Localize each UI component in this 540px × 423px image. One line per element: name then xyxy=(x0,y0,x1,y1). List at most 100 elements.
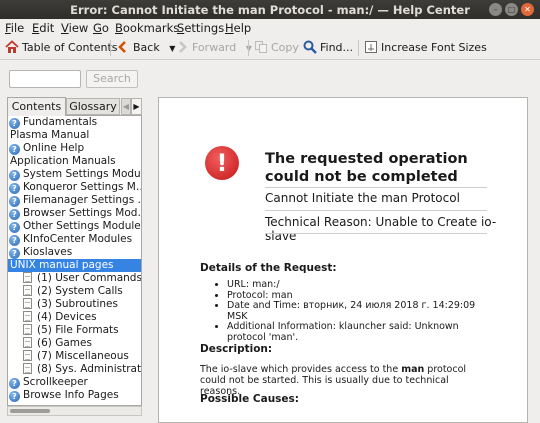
sidebar-item-label: (4) Devices xyxy=(37,311,97,323)
sidebar-item[interactable]: (3) Subroutines xyxy=(8,298,141,311)
tab-contents[interactable]: Contents xyxy=(7,97,66,116)
menu-settings[interactable]: Settings xyxy=(177,21,224,35)
sidebar-item[interactable]: (8) Sys. Administrati… xyxy=(8,363,141,376)
sidebar-item-label: (8) Sys. Administrati… xyxy=(37,363,141,375)
sidebar-item[interactable]: ? Browse Info Pages xyxy=(8,389,141,402)
detail-datetime: Date and Time: вторник, 24 июля 2018 г. … xyxy=(227,300,477,322)
find-button[interactable]: Find... xyxy=(303,40,353,56)
menu-bookmarks[interactable]: Bookmarks xyxy=(115,21,179,35)
search-input[interactable] xyxy=(9,70,81,88)
sidebar-item[interactable]: Plasma Manual xyxy=(8,129,141,142)
menu-bar: File Edit View Go Bookmarks Settings Hel… xyxy=(0,19,540,36)
menu-file[interactable]: File xyxy=(5,21,24,35)
sidebar-item-label: (2) System Calls xyxy=(37,285,123,297)
maximize-icon[interactable]: □ xyxy=(505,3,518,16)
sidebar-item[interactable]: ? Fundamentals xyxy=(8,116,141,129)
description-text-start: The io-slave which provides access to th… xyxy=(200,364,402,375)
toolbar-separator xyxy=(110,40,111,56)
copy-label: Copy xyxy=(271,41,299,54)
document-view[interactable]: ! The requested operation could not be c… xyxy=(158,97,528,423)
tab-glossary[interactable]: Glossary xyxy=(66,98,120,115)
search-icon xyxy=(303,40,317,54)
help-icon: ? xyxy=(9,209,20,220)
copy-button[interactable]: Copy xyxy=(254,40,299,56)
tab-scroll-left-icon[interactable]: ◀ xyxy=(121,98,131,115)
detail-url: URL: man:/ xyxy=(227,279,477,291)
sidebar-item[interactable]: ? Other Settings Modules xyxy=(8,220,141,233)
back-label: Back xyxy=(133,41,160,54)
technical-reason: Technical Reason: Unable to Create io-sl… xyxy=(265,215,497,243)
back-button[interactable]: Back ▼ xyxy=(116,40,175,56)
toolbar-separator xyxy=(358,40,359,56)
sidebar-item[interactable]: ? Konqueror Settings M… xyxy=(8,181,141,194)
menu-go[interactable]: Go xyxy=(93,21,109,35)
sidebar-item-label: (1) User Commands xyxy=(37,272,141,284)
toolbar-separator xyxy=(248,40,249,56)
menu-help[interactable]: Help xyxy=(225,21,251,35)
sidebar-item-label: Browse Info Pages xyxy=(23,389,119,401)
page-icon xyxy=(23,272,32,283)
sidebar-item-label: System Settings Modu… xyxy=(23,168,141,180)
sidebar-item[interactable]: (1) User Commands xyxy=(8,272,141,285)
sidebar-item[interactable]: ? Filemanager Settings … xyxy=(8,194,141,207)
menu-edit[interactable]: Edit xyxy=(32,21,54,35)
sidebar-item-label: (6) Games xyxy=(37,337,92,349)
window-title: Error: Cannot Initiate the man Protocol … xyxy=(70,3,470,17)
sidebar-item[interactable]: Application Manuals xyxy=(8,155,141,168)
tab-scroll-right-icon[interactable]: ▶ xyxy=(131,98,142,115)
details-heading: Details of the Request: xyxy=(200,262,337,274)
sidebar-item-label: (7) Miscellaneous xyxy=(37,350,129,362)
forward-label: Forward xyxy=(192,41,237,54)
detail-additional-info: Additional Information: klauncher said: … xyxy=(227,321,477,343)
back-arrow-icon xyxy=(118,41,126,53)
divider xyxy=(265,233,487,234)
sidebar-item[interactable]: (6) Games xyxy=(8,337,141,350)
minimize-icon[interactable]: – xyxy=(489,3,502,16)
sidebar-item-label: UNIX manual pages xyxy=(10,259,114,271)
home-icon xyxy=(5,40,19,53)
sidebar-item-label: Filemanager Settings … xyxy=(23,194,141,206)
sidebar-item-label: KInfoCenter Modules xyxy=(23,233,133,245)
page-icon xyxy=(23,311,32,322)
sidebar-item[interactable]: ? System Settings Modu… xyxy=(8,168,141,181)
sidebar-item[interactable]: ? Scrollkeeper xyxy=(8,376,141,389)
help-icon: ? xyxy=(9,235,20,246)
scrollbar-thumb[interactable] xyxy=(10,409,50,413)
sidebar-item[interactable]: (5) File Formats xyxy=(8,324,141,337)
page-icon xyxy=(23,285,32,296)
font-size-icon xyxy=(365,41,377,53)
sidebar-item[interactable]: (7) Miscellaneous xyxy=(8,350,141,363)
error-heading: The requested operation could not be com… xyxy=(265,151,468,185)
page-icon xyxy=(23,324,32,335)
help-icon: ? xyxy=(9,222,20,233)
document-vertical-scrollbar[interactable] xyxy=(530,97,540,423)
sidebar-item[interactable]: UNIX manual pages xyxy=(8,259,141,272)
sidebar-item[interactable]: ? KInfoCenter Modules xyxy=(8,233,141,246)
close-icon[interactable]: ✕ xyxy=(521,3,534,16)
tree-horizontal-scrollbar[interactable] xyxy=(7,406,142,416)
sidebar-item-label: Scrollkeeper xyxy=(23,376,88,388)
sidebar-item[interactable]: ? Browser Settings Mod… xyxy=(8,207,141,220)
menu-view[interactable]: View xyxy=(61,21,88,35)
sidebar-item[interactable]: (2) System Calls xyxy=(8,285,141,298)
help-icon: ? xyxy=(9,170,20,181)
description-heading: Description: xyxy=(200,343,273,355)
forward-button[interactable]: Forward ▼ xyxy=(175,40,252,56)
page-icon xyxy=(23,298,32,309)
details-list: URL: man:/ Protocol: man Date and Time: … xyxy=(217,279,477,343)
sidebar-item[interactable]: ? Online Help xyxy=(8,142,141,155)
help-icon: ? xyxy=(9,391,20,402)
help-icon: ? xyxy=(9,248,20,259)
sidebar-item[interactable]: ? Kioslaves xyxy=(8,246,141,259)
increase-font-button[interactable]: Increase Font Sizes xyxy=(364,40,487,56)
window-titlebar[interactable]: Error: Cannot Initiate the man Protocol … xyxy=(0,0,540,19)
table-of-contents-button[interactable]: Table of Contents xyxy=(5,40,118,56)
forward-arrow-icon xyxy=(179,41,187,53)
sidebar-item[interactable]: (4) Devices xyxy=(8,311,141,324)
contents-tree[interactable]: ? Fundamentals Plasma Manual? Online Help Ap… xyxy=(7,115,142,406)
sidebar-item-label: Other Settings Modules xyxy=(23,220,141,232)
search-button[interactable]: Search xyxy=(86,70,138,88)
page-icon xyxy=(23,337,32,348)
description-protocol: man xyxy=(401,364,425,375)
sidebar-item-label: Kioslaves xyxy=(23,246,73,258)
